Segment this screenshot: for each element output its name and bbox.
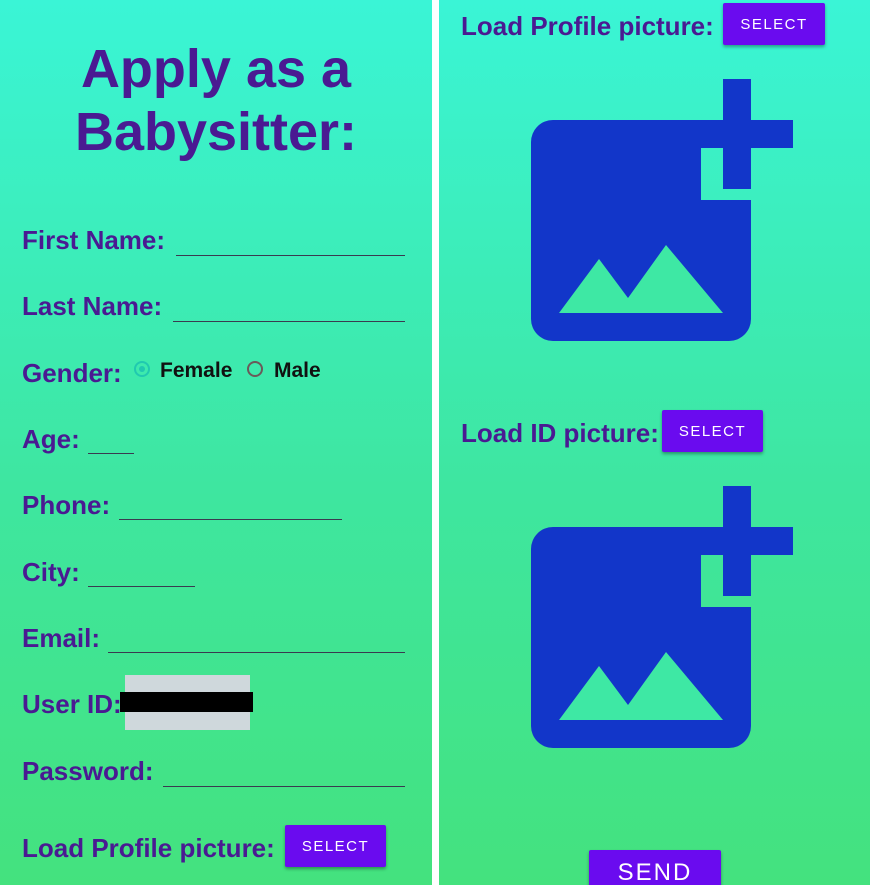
age-field[interactable] [88, 453, 134, 454]
password-field[interactable] [163, 786, 405, 787]
email-label: Email: [22, 623, 101, 653]
email-field[interactable] [108, 652, 405, 653]
gender-male-label[interactable]: Male [274, 359, 321, 383]
add-photo-icon[interactable] [531, 486, 793, 748]
add-photo-icon[interactable] [531, 79, 793, 341]
phone-field[interactable] [119, 519, 342, 520]
last-name-label: Last Name: [22, 291, 163, 321]
gender-male-radio[interactable] [247, 361, 263, 377]
profile-picture-label: Load Profile picture: [22, 833, 275, 863]
age-label: Age: [22, 424, 80, 454]
picture-upload-panel: Load Profile picture: SELECT Load ID pic… [439, 0, 870, 885]
gender-female-label[interactable]: Female [160, 359, 232, 383]
password-label: Password: [22, 756, 154, 786]
title-line-2: Babysitter: [74, 102, 358, 162]
phone-label: Phone: [22, 490, 111, 520]
city-label: City: [22, 557, 80, 587]
select-profile-picture-button-right[interactable]: SELECT [723, 3, 825, 45]
select-profile-picture-button[interactable]: SELECT [285, 825, 386, 867]
user-id-label: User ID: [22, 689, 122, 719]
select-id-picture-button[interactable]: SELECT [662, 410, 763, 452]
title-line-1: Apply as a [80, 39, 352, 99]
application-form-panel: Apply as a Babysitter: First Name: Last … [0, 0, 432, 885]
city-field[interactable] [88, 586, 195, 587]
user-id-value: 00:00:00 [120, 692, 253, 712]
gender-female-radio[interactable] [134, 361, 150, 377]
first-name-field[interactable] [176, 255, 405, 256]
send-button[interactable]: SEND [589, 850, 721, 885]
id-picture-label: Load ID picture: [461, 418, 659, 448]
first-name-label: First Name: [22, 225, 166, 255]
last-name-field[interactable] [173, 321, 405, 322]
gender-label: Gender: [22, 358, 122, 388]
profile-picture-label-right: Load Profile picture: [461, 11, 714, 41]
page-title: Apply as a Babysitter: [0, 38, 432, 164]
